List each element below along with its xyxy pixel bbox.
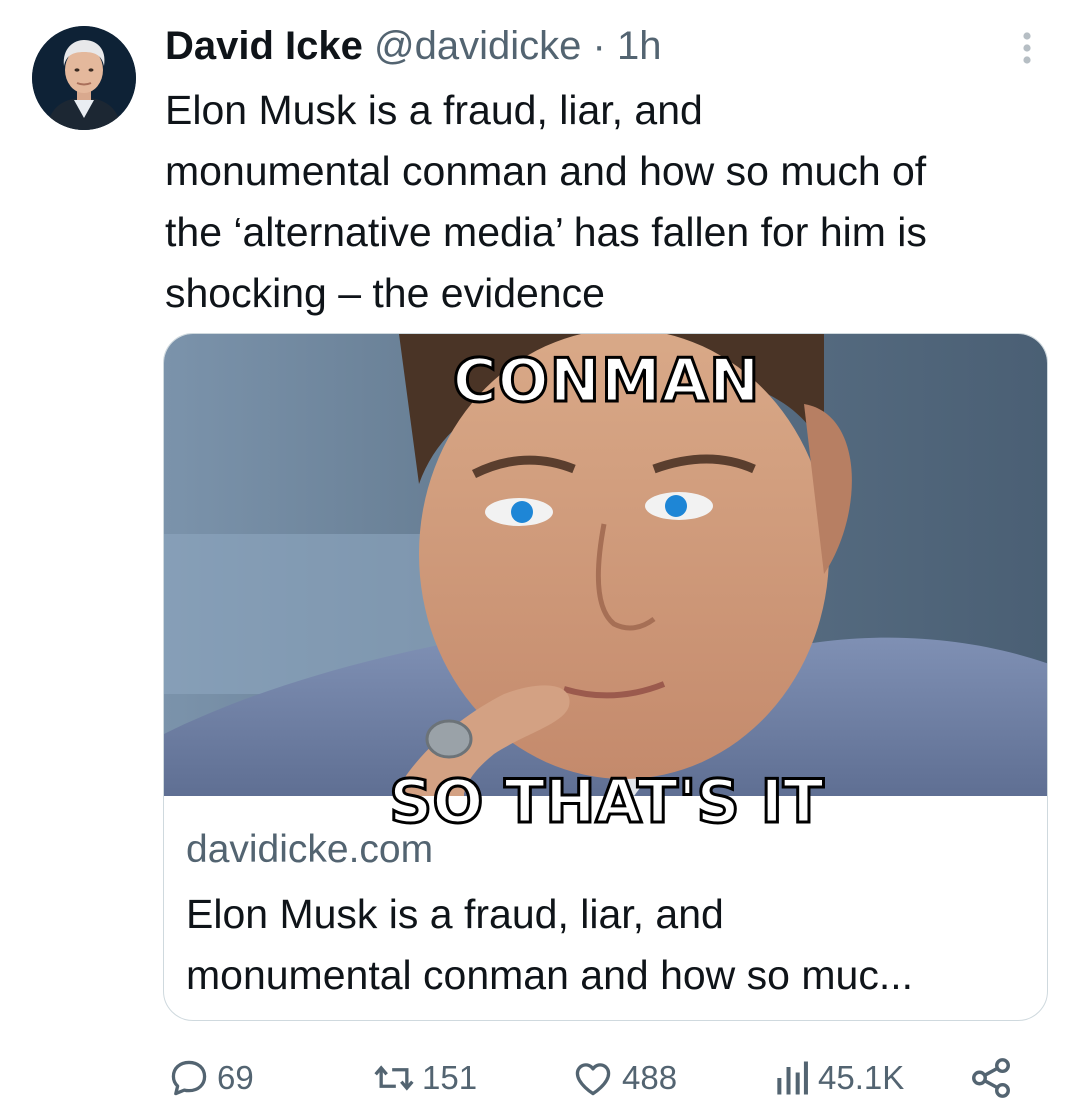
more-options-button[interactable] <box>1012 30 1042 66</box>
tweet-actions: 69 151 488 45.1K <box>0 1050 1080 1106</box>
reply-count: 69 <box>217 1059 254 1096</box>
repost-icon <box>374 1065 414 1091</box>
heart-icon <box>575 1063 611 1096</box>
views-count: 45.1K <box>818 1059 905 1096</box>
author-name[interactable]: David Icke <box>165 24 363 68</box>
repost-button[interactable]: 151 <box>372 1050 477 1106</box>
more-vertical-icon <box>1023 32 1031 64</box>
reply-button[interactable]: 69 <box>167 1050 254 1106</box>
tweet: David Icke @davidicke · 1h Elon Musk is … <box>0 0 1080 1116</box>
timestamp[interactable]: 1h <box>617 24 662 68</box>
tweet-text: Elon Musk is a fraud, liar, and monument… <box>165 87 927 316</box>
card-domain: davidicke.com <box>186 828 434 871</box>
image-caption-bottom: SO THAT'S IT <box>388 767 826 837</box>
card-title: Elon Musk is a fraud, liar, and monument… <box>186 891 913 998</box>
tweet-header: David Icke @davidicke · 1h <box>165 22 661 70</box>
share-icon <box>972 1058 1010 1098</box>
like-count: 488 <box>622 1059 678 1096</box>
repost-count: 151 <box>422 1059 478 1096</box>
link-preview-card[interactable]: CONMAN SO THAT'S IT davidicke.com Elon M… <box>163 333 1048 1021</box>
author-handle[interactable]: @davidicke <box>374 24 581 68</box>
image-caption-top: CONMAN <box>451 345 761 418</box>
separator-dot: · <box>592 24 606 68</box>
like-button[interactable]: 488 <box>570 1050 677 1106</box>
views-button[interactable]: 45.1K <box>772 1050 904 1106</box>
views-chart-icon <box>777 1061 808 1095</box>
share-button[interactable] <box>968 1050 1014 1106</box>
card-image[interactable]: CONMAN SO THAT'S IT <box>164 334 1047 834</box>
avatar[interactable] <box>32 26 136 130</box>
reply-icon <box>171 1060 207 1096</box>
